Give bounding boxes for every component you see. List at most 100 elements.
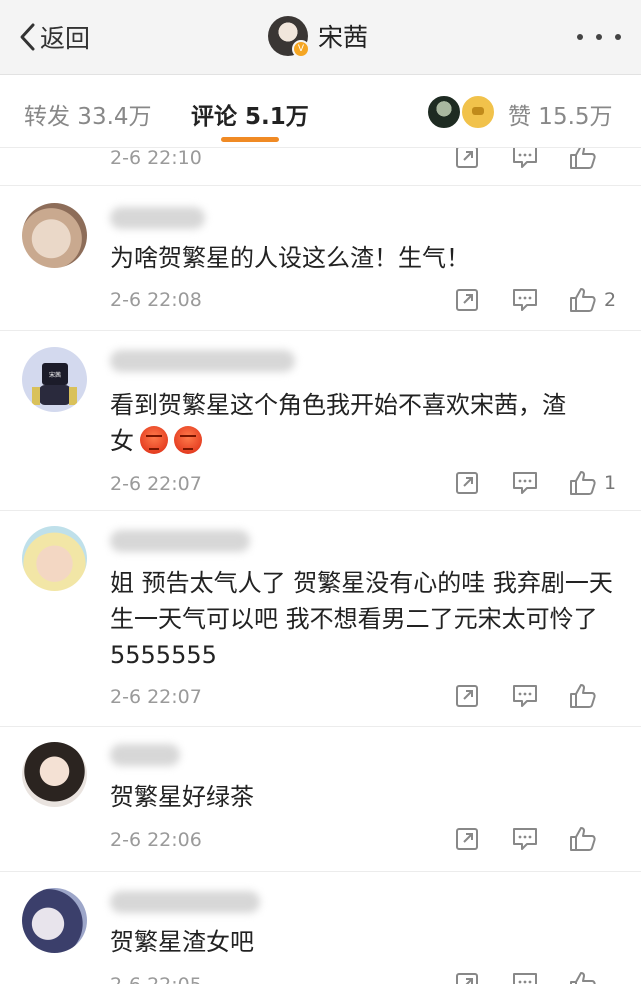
like-icon-wrap	[568, 824, 598, 854]
comment-text: 看到贺繁星这个角色我开始不喜欢宋茜，渣 女	[110, 387, 615, 459]
chevron-left-icon	[20, 23, 35, 51]
tab-likes[interactable]: 赞 15.5万	[508, 97, 613, 131]
active-tab-indicator	[221, 137, 279, 142]
angry-face-icon	[174, 426, 202, 454]
comment-text: 姐 预告太气人了 贺繁星没有心的哇 我弃剧一天 生一天气可以吧 我不想看男二了元…	[110, 569, 613, 669]
avatar[interactable]: 宋茜	[22, 347, 87, 412]
like-button[interactable]	[568, 148, 614, 172]
reply-button[interactable]	[510, 148, 540, 172]
avatar	[426, 94, 462, 130]
liker-avatars[interactable]	[426, 94, 496, 130]
comment-time: 2-6 22:08	[110, 289, 202, 311]
username[interactable]	[110, 530, 250, 552]
comment-actions	[452, 681, 614, 711]
share-icon	[456, 973, 478, 984]
page-title: 宋茜	[318, 23, 369, 52]
thumbs-up-icon	[570, 288, 596, 312]
like-count: 1	[604, 472, 617, 494]
comment-time: 2-6 22:07	[110, 473, 202, 495]
like-icon-wrap	[568, 969, 598, 984]
thumbs-up-icon	[570, 148, 596, 169]
avatar[interactable]	[22, 526, 87, 591]
comment-actions: 1	[452, 468, 616, 498]
reply-button[interactable]	[510, 969, 540, 984]
comment-text-tail: 女	[110, 427, 134, 455]
angry-face-icon	[140, 426, 168, 454]
list-item: 姐 预告太气人了 贺繁星没有心的哇 我弃剧一天 生一天气可以吧 我不想看男二了元…	[0, 510, 641, 727]
username[interactable]	[110, 207, 205, 229]
like-button[interactable]	[568, 824, 614, 854]
share-icon	[456, 472, 478, 494]
verified-badge: V	[292, 40, 310, 58]
share-icon	[456, 148, 478, 168]
list-item: 为啥贺繁星的人设这么渣！生气！ 2-6 22:08 2	[0, 185, 641, 331]
comment-text: 为啥贺繁星的人设这么渣！生气！	[110, 244, 470, 272]
like-button[interactable]	[568, 969, 614, 984]
comment-icon	[513, 289, 537, 311]
back-button[interactable]: 返回	[18, 18, 90, 56]
thumbs-up-icon	[570, 827, 596, 851]
thumbs-up-icon	[570, 972, 596, 984]
like-icon-wrap	[568, 148, 598, 172]
more-options-button[interactable]	[577, 30, 621, 44]
comment-actions	[452, 148, 614, 172]
username[interactable]	[110, 744, 180, 766]
username[interactable]	[110, 350, 295, 372]
share-icon	[456, 289, 478, 311]
comment-time: 2-6 22:05	[110, 974, 202, 984]
avatar: V	[268, 16, 310, 58]
thumbs-up-icon	[570, 684, 596, 708]
more-dot-icon	[615, 34, 621, 40]
comment-text-line: 看到贺繁星这个角色我开始不喜欢宋茜，渣	[110, 391, 566, 419]
share-icon	[456, 685, 478, 707]
comment-time: 2-6 22:10	[110, 148, 202, 169]
comment-text: 贺繁星好绿茶	[110, 783, 254, 811]
repost-button[interactable]	[452, 468, 482, 498]
like-icon-wrap	[568, 285, 598, 315]
comment-actions: 2	[452, 285, 616, 315]
comment-actions	[452, 969, 614, 984]
like-count: 2	[604, 289, 617, 311]
list-item: 贺繁星好绿茶 2-6 22:06	[0, 726, 641, 872]
back-label: 返回	[40, 24, 91, 53]
reply-button[interactable]	[510, 824, 540, 854]
comment-text: 贺繁星渣女吧	[110, 928, 254, 956]
avatar	[460, 94, 496, 130]
repost-button[interactable]	[452, 285, 482, 315]
list-item: 2-6 22:10	[0, 148, 641, 186]
reply-button[interactable]	[510, 468, 540, 498]
tab-bar: 转发 33.4万 评论 5.1万 赞 15.5万	[0, 75, 641, 148]
tab-comments[interactable]: 评论 5.1万	[191, 97, 309, 131]
username[interactable]	[110, 891, 260, 913]
avatar[interactable]	[22, 742, 87, 807]
like-icon-wrap	[568, 681, 598, 711]
avatar[interactable]	[22, 888, 87, 953]
top-navigation-bar: 返回 V 宋茜	[0, 0, 641, 75]
profile-title[interactable]: V 宋茜	[268, 14, 368, 58]
comment-icon	[513, 685, 537, 707]
like-button[interactable]	[568, 681, 614, 711]
list-item: 宋茜 看到贺繁星这个角色我开始不喜欢宋茜，渣 女 2-6 22:07 1	[0, 330, 641, 511]
comment-list: 2-6 22:10 为啥贺繁星的人设这么渣！生气！ 2-6 22:08 2 宋茜…	[0, 148, 641, 984]
like-icon-wrap	[568, 468, 598, 498]
comment-text-line: 女	[110, 423, 615, 459]
repost-button[interactable]	[452, 681, 482, 711]
comment-icon	[513, 472, 537, 494]
avatar-figure-icon: 宋茜	[32, 363, 77, 405]
avatar[interactable]	[22, 203, 87, 268]
like-button[interactable]: 1	[568, 468, 616, 498]
comment-time: 2-6 22:07	[110, 686, 202, 708]
comment-actions	[452, 824, 614, 854]
comment-icon	[513, 828, 537, 850]
avatar-label: 宋茜	[49, 371, 61, 379]
tab-repost[interactable]: 转发 33.4万	[24, 97, 152, 131]
like-button[interactable]: 2	[568, 285, 616, 315]
comment-icon	[513, 148, 537, 168]
reply-button[interactable]	[510, 681, 540, 711]
reply-button[interactable]	[510, 285, 540, 315]
repost-button[interactable]	[452, 824, 482, 854]
more-dot-icon	[596, 34, 602, 40]
repost-button[interactable]	[452, 148, 482, 172]
repost-button[interactable]	[452, 969, 482, 984]
more-dot-icon	[577, 34, 583, 40]
